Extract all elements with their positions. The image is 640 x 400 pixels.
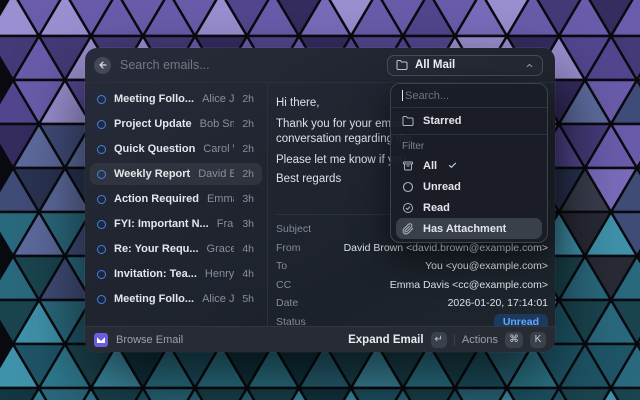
email-list-item[interactable]: Project Update Bob Smith 2h bbox=[90, 113, 262, 135]
actions-menu-button[interactable]: Actions bbox=[462, 334, 498, 346]
email-list-item[interactable]: Quick Question Carol Williams 2h bbox=[90, 138, 262, 160]
email-title: Action Required bbox=[114, 193, 199, 205]
check-circle-icon bbox=[402, 202, 414, 214]
unread-circle-icon bbox=[97, 220, 106, 229]
meta-row-cc: CC Emma Davis <cc@example.com> bbox=[276, 276, 548, 295]
meta-value: 2026-01-20, 17:14:01 bbox=[448, 297, 548, 309]
dropdown-item-label: Starred bbox=[423, 115, 462, 127]
paperclip-icon bbox=[402, 223, 414, 235]
meta-label: To bbox=[276, 260, 287, 272]
unread-circle-icon bbox=[97, 245, 106, 254]
email-title: Weekly Report bbox=[114, 168, 190, 180]
text-cursor bbox=[402, 90, 403, 101]
meta-label: Date bbox=[276, 297, 298, 309]
email-time: 3h bbox=[242, 193, 254, 205]
email-time: 5h bbox=[242, 293, 254, 305]
email-sender: Alice Johnson bbox=[202, 293, 234, 305]
dropdown-item-has-attachment[interactable]: Has Attachment bbox=[396, 218, 542, 239]
email-time: 2h bbox=[242, 143, 254, 155]
folder-icon bbox=[396, 59, 408, 71]
dropdown-item-unread[interactable]: Unread bbox=[396, 176, 542, 197]
mailbox-filter-dropdown: Search... Starred Filter All Unread Read… bbox=[390, 83, 548, 243]
email-list-item[interactable]: Meeting Follo... Alice Johnson 5h bbox=[90, 288, 262, 310]
email-title: Project Update bbox=[114, 118, 192, 130]
email-time: 4h bbox=[242, 268, 254, 280]
filter-section-heading: Filter bbox=[396, 138, 542, 155]
footer-separator bbox=[454, 334, 455, 346]
email-time: 2h bbox=[242, 118, 254, 130]
mail-app-icon bbox=[94, 333, 108, 347]
meta-value: Emma Davis <cc@example.com> bbox=[390, 279, 548, 291]
check-icon bbox=[448, 161, 457, 170]
app-name: Browse Email bbox=[116, 334, 183, 346]
email-list-item[interactable]: FYI: Important N... Frank Miller 3h bbox=[90, 213, 262, 235]
circle-icon bbox=[402, 181, 414, 193]
footer-actions: Expand Email ↵ Actions ⌘ K bbox=[348, 332, 546, 348]
dropdown-item-label: Has Attachment bbox=[423, 223, 506, 235]
dropdown-item-label: Read bbox=[423, 202, 450, 214]
email-sender: Henry Moore bbox=[205, 268, 234, 280]
meta-row-to: To You <you@example.com> bbox=[276, 257, 548, 276]
arrow-left-icon bbox=[98, 60, 108, 70]
email-title: Re: Your Requ... bbox=[114, 243, 199, 255]
dropdown-search-input[interactable]: Search... bbox=[405, 90, 449, 102]
email-list-item[interactable]: Weekly Report David Brown 2h bbox=[90, 163, 262, 185]
back-button[interactable] bbox=[94, 57, 111, 74]
unread-circle-icon bbox=[97, 145, 106, 154]
email-time: 4h bbox=[242, 243, 254, 255]
dropdown-item-label: All bbox=[423, 160, 437, 172]
action-bar: Browse Email Expand Email ↵ Actions ⌘ K bbox=[85, 326, 555, 352]
email-time: 3h bbox=[242, 218, 254, 230]
email-title: FYI: Important N... bbox=[114, 218, 209, 230]
email-sender: Alice Johnson bbox=[202, 93, 234, 105]
mailbox-label: All Mail bbox=[415, 59, 455, 71]
mailbox-dropdown-button[interactable]: All Mail bbox=[387, 55, 543, 76]
dropdown-separator bbox=[391, 134, 547, 135]
dropdown-search-row[interactable]: Search... bbox=[391, 84, 547, 108]
email-list-item[interactable]: Invitation: Tea... Henry Moore 4h bbox=[90, 263, 262, 285]
unread-circle-icon bbox=[97, 295, 106, 304]
email-sender: Carol Williams bbox=[203, 143, 234, 155]
email-list-item[interactable]: Meeting Follo... Alice Johnson 2h bbox=[90, 88, 262, 110]
search-input[interactable]: Search emails... bbox=[120, 58, 210, 72]
email-list: Meeting Follo... Alice Johnson 2h Projec… bbox=[85, 83, 268, 326]
enter-key-badge[interactable]: ↵ bbox=[431, 332, 447, 348]
email-title: Quick Question bbox=[114, 143, 195, 155]
email-sender: Bob Smith bbox=[200, 118, 235, 130]
search-header: Search emails... All Mail bbox=[85, 48, 555, 82]
email-title: Meeting Follo... bbox=[114, 293, 194, 305]
meta-value: You <you@example.com> bbox=[425, 260, 548, 272]
email-title: Invitation: Tea... bbox=[114, 268, 197, 280]
expand-email-button[interactable]: Expand Email bbox=[348, 334, 423, 346]
dropdown-item-label: Unread bbox=[423, 181, 461, 193]
dropdown-item-starred[interactable]: Starred bbox=[396, 110, 542, 131]
email-time: 2h bbox=[242, 168, 254, 180]
email-sender: Emma Davis bbox=[207, 193, 234, 205]
chevron-up-icon bbox=[525, 61, 534, 70]
email-sender: David Brown bbox=[198, 168, 234, 180]
unread-circle-icon bbox=[97, 195, 106, 204]
email-time: 2h bbox=[242, 93, 254, 105]
unread-circle-icon bbox=[97, 120, 106, 129]
archive-icon bbox=[402, 160, 414, 172]
email-list-item[interactable]: Re: Your Requ... Grace Wilson 4h bbox=[90, 238, 262, 260]
meta-label: Subject bbox=[276, 223, 311, 235]
cmd-key-badge[interactable]: ⌘ bbox=[505, 332, 523, 348]
meta-value: David Brown <david.brown@example.com> bbox=[344, 242, 548, 254]
email-title: Meeting Follo... bbox=[114, 93, 194, 105]
meta-row-date: Date 2026-01-20, 17:14:01 bbox=[276, 294, 548, 313]
unread-circle-icon bbox=[97, 270, 106, 279]
k-key-badge[interactable]: K bbox=[530, 332, 546, 348]
meta-label: From bbox=[276, 242, 301, 254]
unread-circle-icon bbox=[97, 95, 106, 104]
meta-label: CC bbox=[276, 279, 291, 291]
unread-circle-icon bbox=[97, 170, 106, 179]
dropdown-item-read[interactable]: Read bbox=[396, 197, 542, 218]
email-sender: Frank Miller bbox=[217, 218, 235, 230]
email-sender: Grace Wilson bbox=[207, 243, 235, 255]
email-list-item[interactable]: Action Required Emma Davis 3h bbox=[90, 188, 262, 210]
dropdown-item-all[interactable]: All bbox=[396, 155, 542, 176]
folder-icon bbox=[402, 115, 414, 127]
